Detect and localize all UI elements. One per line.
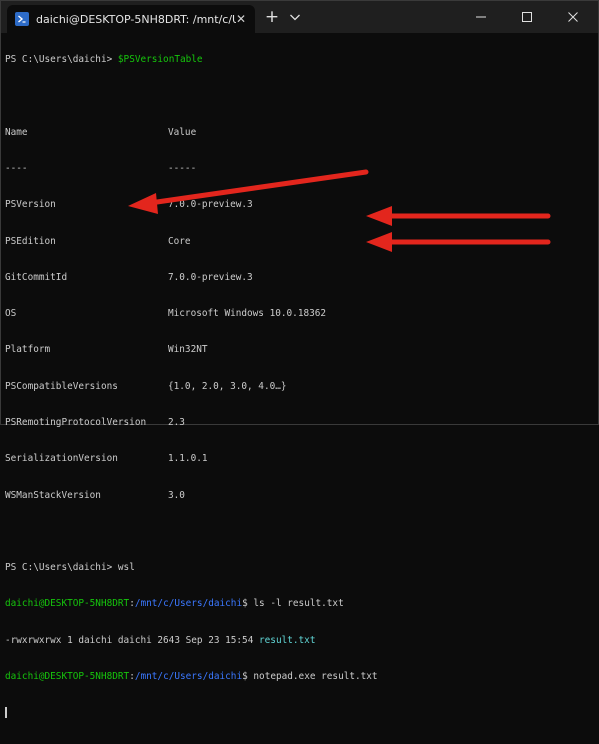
row-name: OS <box>5 308 17 320</box>
row-value: Microsoft Windows 10.0.18362 <box>168 308 327 320</box>
terminal-tab[interactable]: daichi@DESKTOP-5NH8DRT: /mnt/c/Users/dai… <box>7 5 255 33</box>
window-close-icon[interactable] <box>550 1 596 33</box>
ps-prompt: PS C:\Users\daichi> <box>5 54 113 66</box>
bash-prompt-line: daichi@DESKTOP-5NH8DRT:/mnt/c/Users/daic… <box>5 671 594 683</box>
row-name: WSManStackVersion <box>5 489 101 501</box>
table-separator: ---- ----- <box>5 163 594 175</box>
bash-path: /mnt/c/Users/daichi <box>134 598 243 610</box>
table-row: WSManStackVersion 3.0 <box>5 490 594 502</box>
tab-title: daichi@DESKTOP-5NH8DRT: /mnt/c/Users/dai… <box>36 12 236 26</box>
bash-user: daichi@DESKTOP-5NH8DRT <box>5 598 130 610</box>
ls-file: result.txt <box>259 634 316 646</box>
terminal-window: daichi@DESKTOP-5NH8DRT: /mnt/c/Users/dai… <box>0 0 599 719</box>
separator-name: ---- <box>5 163 28 175</box>
row-name: PSRemotingProtocolVersion <box>5 417 147 428</box>
wsl-command-line: PS C:\Users\daichi> wsl <box>5 562 594 574</box>
ps-prompt: PS C:\Users\daichi> <box>5 562 113 574</box>
maximize-icon[interactable] <box>504 1 550 33</box>
row-value: {1.0, 2.0, 3.0, 4.0…} <box>168 380 287 392</box>
bash-dollar: $ <box>242 670 248 682</box>
table-row: PSVersion 7.0.0-preview.3 <box>5 199 594 211</box>
row-value: 1.1.0.1 <box>168 453 208 465</box>
terminal-output[interactable]: PS C:\Users\daichi> $PSVersionTable Name… <box>5 30 594 719</box>
row-value: 7.0.0-preview.3 <box>168 199 253 211</box>
terminal-icon <box>15 12 29 26</box>
row-value: 7.0.0-preview.3 <box>168 271 253 283</box>
table-row: PSRemotingProtocolVersion 2.3 <box>5 417 594 429</box>
row-name: SerializationVersion <box>5 453 118 465</box>
table-header: Name Value <box>5 127 594 139</box>
ls-output: -rwxrwxrwx 1 daichi daichi 2643 Sep 23 1… <box>5 634 254 646</box>
ps-prompt-line: PS C:\Users\daichi> $PSVersionTable <box>5 54 594 66</box>
row-name: Platform <box>5 344 51 356</box>
header-name: Name <box>5 126 28 138</box>
cursor-line <box>5 707 594 719</box>
ps-command: $PSVersionTable <box>117 54 203 66</box>
notepad-command: notepad.exe result.txt <box>253 670 378 682</box>
row-value: 2.3 <box>168 417 185 428</box>
bash-user: daichi@DESKTOP-5NH8DRT <box>5 670 130 682</box>
ls-command: ls -l result.txt <box>253 598 344 610</box>
table-row: GitCommitId 7.0.0-preview.3 <box>5 272 594 284</box>
row-name: PSCompatibleVersions <box>5 380 118 392</box>
row-name: PSEdition <box>5 235 56 247</box>
minimize-icon[interactable] <box>458 1 504 33</box>
title-bar: daichi@DESKTOP-5NH8DRT: /mnt/c/Users/dai… <box>1 1 598 33</box>
plus-icon[interactable]: + <box>263 8 281 26</box>
wsl-command: wsl <box>117 562 135 574</box>
bash-path: /mnt/c/Users/daichi <box>134 670 243 682</box>
separator-value: ----- <box>168 163 197 175</box>
bash-prompt-line: daichi@DESKTOP-5NH8DRT:/mnt/c/Users/daic… <box>5 598 594 610</box>
row-value: Win32NT <box>168 344 208 356</box>
text-cursor <box>5 707 7 719</box>
row-name: PSVersion <box>5 199 56 211</box>
ls-output-line: -rwxrwxrwx 1 daichi daichi 2643 Sep 23 1… <box>5 635 594 647</box>
table-row: PSEdition Core <box>5 236 594 248</box>
table-row: SerializationVersion 1.1.0.1 <box>5 453 594 465</box>
table-row: Platform Win32NT <box>5 344 594 356</box>
close-icon[interactable]: ✕ <box>233 11 249 27</box>
row-name: GitCommitId <box>5 271 68 283</box>
table-row: PSCompatibleVersions {1.0, 2.0, 3.0, 4.0…… <box>5 381 594 393</box>
table-row: OS Microsoft Windows 10.0.18362 <box>5 308 594 320</box>
row-value: 3.0 <box>168 489 185 501</box>
row-value: Core <box>168 235 191 247</box>
bash-dollar: $ <box>242 598 248 610</box>
header-value: Value <box>168 126 197 138</box>
chevron-down-icon[interactable] <box>288 9 306 27</box>
